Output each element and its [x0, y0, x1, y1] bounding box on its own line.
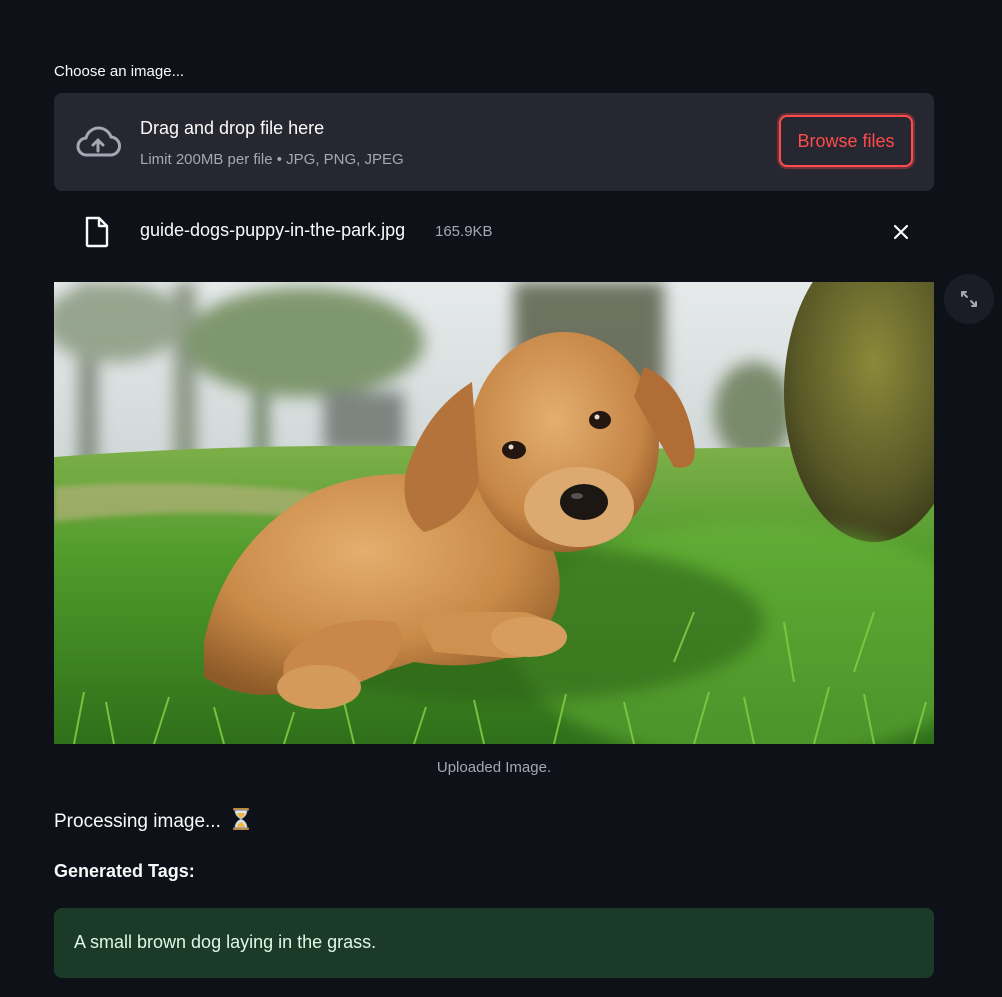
uploaded-file-row: guide-dogs-puppy-in-the-park.jpg 165.9KB: [54, 208, 934, 254]
file-name: guide-dogs-puppy-in-the-park.jpg: [140, 220, 406, 240]
puppy-photo: [54, 282, 934, 744]
app-page: Choose an image... Drag and drop file he…: [0, 0, 1002, 997]
file-size: 165.9KB: [435, 223, 493, 240]
close-icon[interactable]: [889, 220, 913, 244]
browse-files-button[interactable]: Browse files: [779, 115, 913, 167]
image-caption: Uploaded Image.: [436, 759, 552, 776]
tags-result-text: A small brown dog laying in the grass.: [74, 932, 377, 952]
file-dropzone[interactable]: Drag and drop file here Limit 200MB per …: [54, 93, 934, 191]
uploader-label: Choose an image...: [54, 63, 185, 80]
cloud-upload-icon: [76, 126, 121, 157]
uploaded-image: [54, 282, 934, 744]
tags-result-box: A small brown dog laying in the grass.: [54, 908, 934, 978]
hourglass-icon: [233, 808, 250, 830]
drop-limit-text: Limit 200MB per file • JPG, PNG, JPEG: [140, 151, 404, 168]
processing-status: Processing image...: [54, 808, 250, 833]
fullscreen-icon: [961, 291, 977, 307]
generated-tags-heading: Generated Tags:: [54, 861, 195, 881]
processing-text: Processing image...: [54, 811, 221, 832]
fullscreen-button[interactable]: [944, 274, 994, 324]
drop-title: Drag and drop file here: [140, 118, 325, 138]
file-icon: [85, 216, 109, 248]
